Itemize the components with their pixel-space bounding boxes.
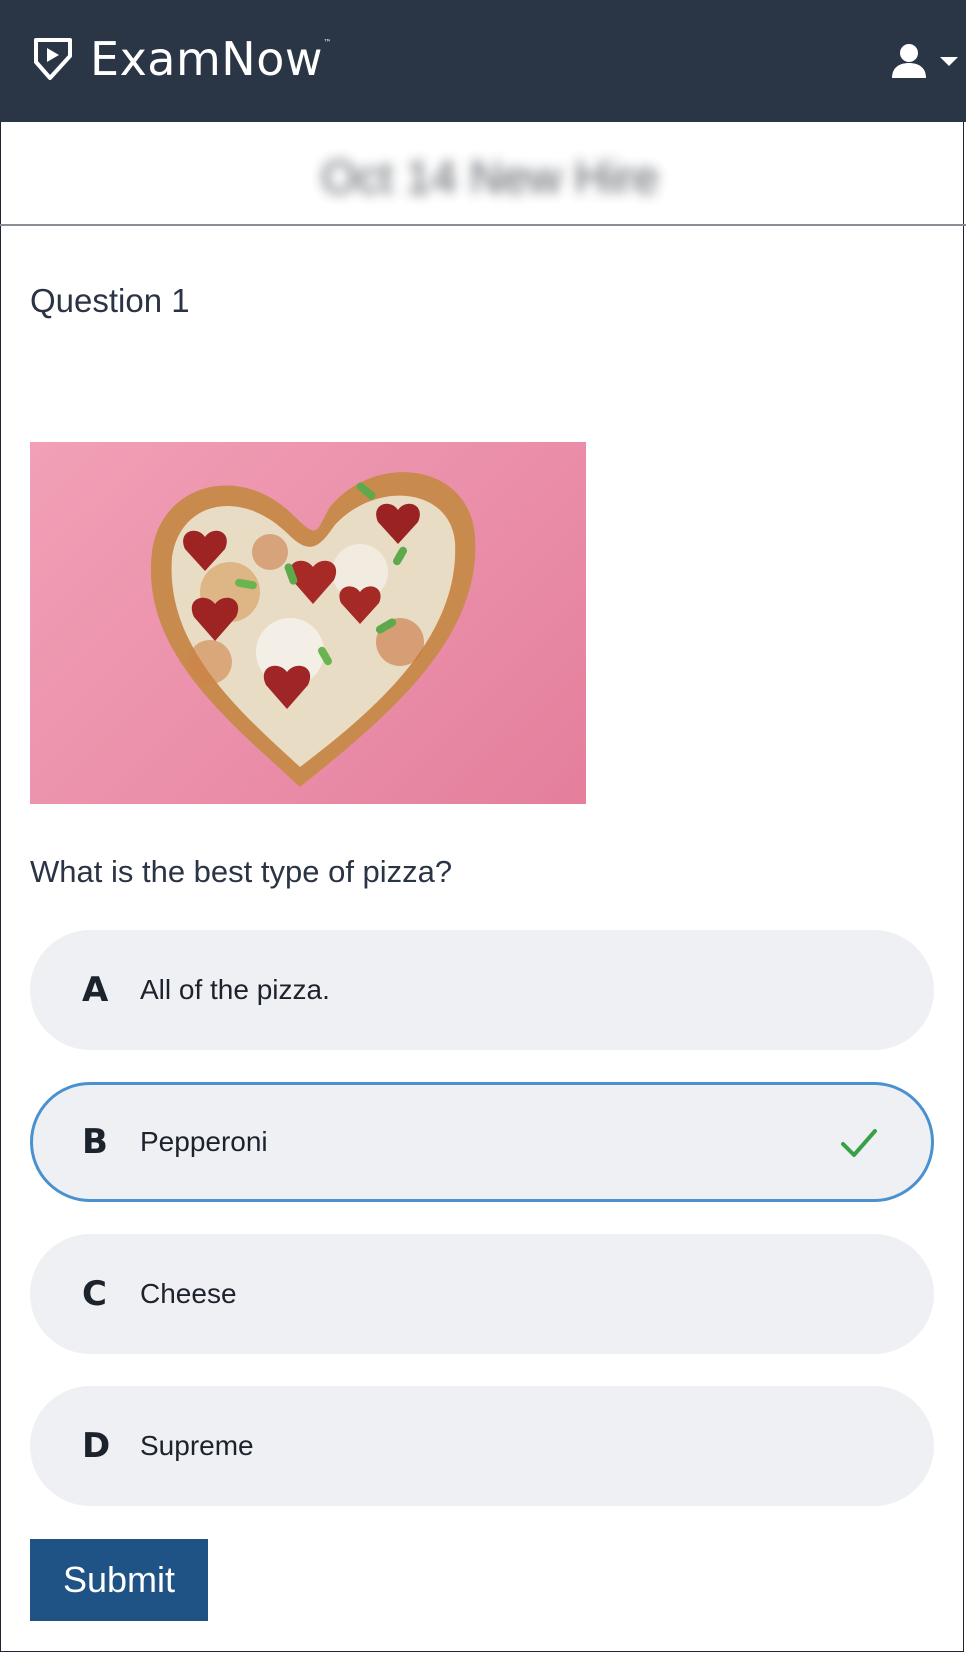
exam-title-bar: Oct 14 New Hire <box>0 122 966 226</box>
option-text: All of the pizza. <box>140 974 330 1005</box>
option-text: Pepperoni <box>140 1126 268 1157</box>
option-letter: D <box>82 1426 111 1466</box>
option-letter: B <box>82 1122 108 1162</box>
user-menu[interactable] <box>890 42 958 80</box>
play-shield-icon <box>34 38 72 80</box>
caret-down-icon <box>940 56 958 66</box>
answer-option-b[interactable]: B Pepperoni <box>30 1082 934 1202</box>
question-prompt: What is the best type of pizza? <box>30 854 453 889</box>
option-text: Supreme <box>140 1430 254 1461</box>
trademark-symbol: ™ <box>323 38 332 47</box>
answer-option-d[interactable]: D Supreme <box>30 1386 934 1506</box>
exam-title: Oct 14 New Hire <box>321 151 659 203</box>
app-logo[interactable]: ExamNow ™ <box>30 32 332 86</box>
question-image <box>30 442 586 804</box>
option-text: Cheese <box>140 1278 237 1309</box>
pizza-illustration <box>150 472 476 787</box>
answer-option-c[interactable]: C Cheese <box>30 1234 934 1354</box>
checkmark-icon <box>841 1129 877 1157</box>
app-name: ExamNow ™ <box>90 32 332 86</box>
option-letter: C <box>82 1274 107 1314</box>
top-navbar: ExamNow ™ <box>0 0 966 122</box>
question-heading: Question 1 <box>30 282 190 319</box>
submit-button[interactable]: Submit <box>30 1539 208 1621</box>
user-icon <box>892 44 926 78</box>
option-letter: A <box>82 970 109 1010</box>
answer-option-a[interactable]: A All of the pizza. <box>30 930 934 1050</box>
